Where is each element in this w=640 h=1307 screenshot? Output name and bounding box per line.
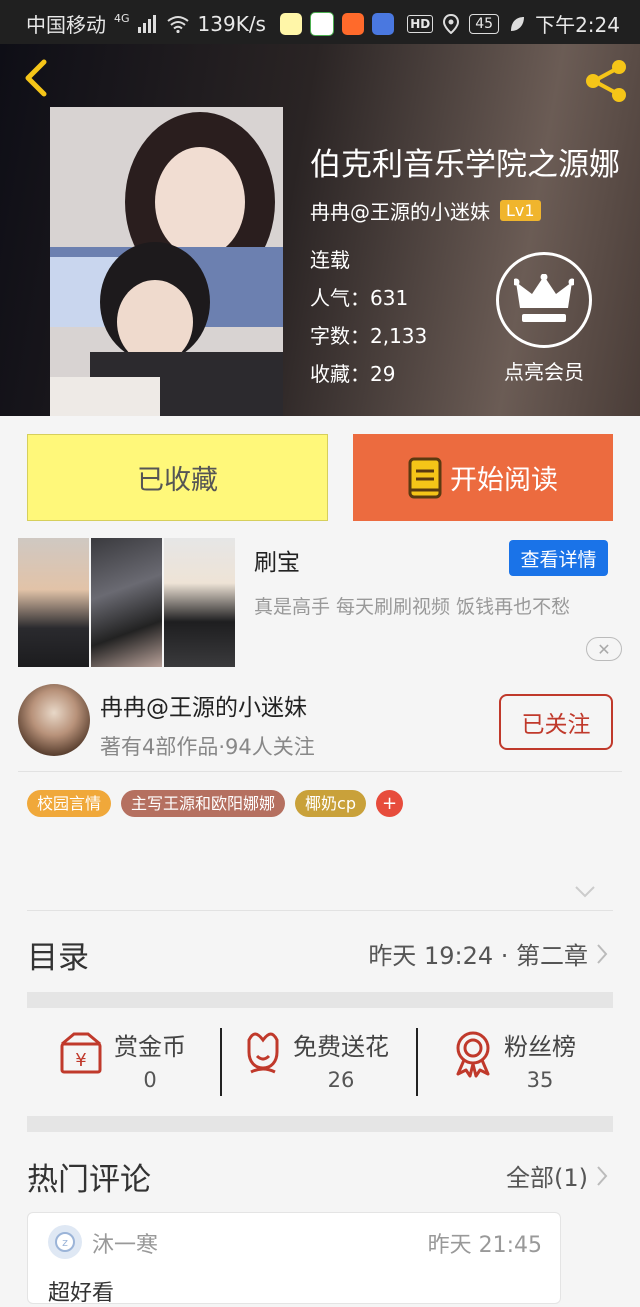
back-arrow-icon[interactable] [18,58,54,98]
author-stats: 著有4部作品·94人关注 [100,735,315,759]
reward-coin-button[interactable]: ¥ 赏金币 0 [58,1030,186,1092]
clock: 下午2:24 [535,13,620,37]
tag-item[interactable]: 椰奶cp [295,790,366,817]
add-tag-button[interactable]: + [376,790,403,817]
tag-item[interactable]: 主写王源和欧阳娜娜 [121,790,286,817]
ad-close-icon[interactable]: ✕ [586,637,622,661]
stat-label: 粉丝榜 [504,1033,576,1061]
ad-details-button[interactable]: 查看详情 [509,540,608,576]
crown-icon [496,252,592,348]
section-separator [27,1116,613,1132]
comment-card[interactable]: z 沐一寒 昨天 21:45 超好看 [27,1212,561,1306]
medal-icon [456,1031,490,1078]
divider [220,1028,222,1096]
divider [18,771,622,772]
stat-value: 0 [143,1068,157,1092]
serial-status: 连载 [310,248,350,272]
status-bar: 中国移动 4G 139K/s HD 45 下午2:24 [0,0,640,44]
chevron-right-icon [597,943,608,964]
carrier-label: 中国移动 [26,13,106,37]
network-speed: 139K/s [197,11,266,36]
start-reading-button[interactable]: 开始阅读 [353,434,613,521]
tag-list: 校园言情 主写王源和欧阳娜娜 椰奶cp + [27,790,403,817]
reward-coin-icon: ¥ [60,1032,102,1074]
book-cover-image [50,107,283,416]
user-avatar-icon[interactable]: z [48,1225,82,1259]
book-header: 伯克利音乐学院之源娜 冉冉@王源的小迷妹 Lv1 连载 人气：631 字数：2,… [0,44,640,416]
chevron-down-icon[interactable] [574,885,596,899]
all-comments-link[interactable]: 全部(1) [506,1158,608,1193]
svg-text:z: z [62,1236,68,1249]
avatar[interactable] [18,684,90,756]
play-app-icon [341,12,364,35]
app-notification-icon [279,12,302,35]
section-separator [27,992,613,1008]
ad-thumbnail [18,538,89,667]
stat-value: 26 [327,1068,355,1092]
follow-button[interactable]: 已关注 [499,694,613,750]
cover-illustration [50,107,283,416]
level-badge: Lv1 [500,200,541,221]
author-name[interactable]: 冉冉@王源的小迷妹 [100,688,307,722]
comment-time: 昨天 21:45 [427,1233,542,1258]
ad-title[interactable]: 刷宝 [254,543,300,577]
stat-label: 免费送花 [293,1033,389,1061]
book-author[interactable]: 冉冉@王源的小迷妹 [310,196,490,225]
stat-value: 35 [526,1068,554,1092]
wifi-icon [166,15,189,33]
leaf-icon [511,16,525,31]
start-reading-label: 开始阅读 [450,465,558,496]
favorited-label: 已收藏 [137,465,218,496]
divider [416,1028,418,1096]
ad-thumbnail [91,538,162,667]
music-app-icon [371,12,394,35]
favorited-button[interactable]: 已收藏 [27,434,328,521]
ad-thumbnails[interactable] [18,538,235,667]
book-author-line: 冉冉@王源的小迷妹 Lv1 [310,196,541,225]
all-comments-label: 全部(1) [506,1164,588,1192]
word-count: 字数：2,133 [310,324,428,348]
flower-icon [247,1032,279,1074]
book-icon [408,457,442,498]
book-title: 伯克利音乐学院之源娜 [310,147,620,183]
catalog-latest[interactable]: 昨天 19:24 · 第二章 [368,936,608,971]
catalog-title[interactable]: 目录 [27,932,89,977]
hot-comments-title: 热门评论 [27,1162,151,1198]
comment-user[interactable]: 沐一寒 [92,1227,158,1259]
stat-label: 赏金币 [114,1033,186,1061]
signal-icon [137,14,156,33]
network-type: 4G [114,12,130,25]
tag-item[interactable]: 校园言情 [27,790,112,817]
video-app-icon [309,11,334,36]
catalog-update-text: 昨天 19:24 · 第二章 [368,942,588,970]
free-flower-button[interactable]: 免费送花 26 [243,1030,389,1092]
vip-button[interactable]: 点亮会员 [493,252,595,385]
popularity-count: 人气：631 [310,286,409,310]
chevron-right-icon [597,1165,608,1186]
favorite-count: 收藏：29 [310,362,396,386]
ad-description: 真是高手 每天刷刷视频 饭钱再也不愁 [254,596,571,618]
vip-label: 点亮会员 [504,360,584,384]
battery-level: 45 [469,13,500,34]
share-icon[interactable] [582,58,630,104]
ad-thumbnail [164,538,235,667]
fan-ranking-button[interactable]: 粉丝榜 35 [452,1030,576,1092]
hd-badge: HD [407,14,434,33]
location-icon [443,13,460,34]
svg-text:¥: ¥ [75,1050,86,1071]
divider [27,910,613,911]
